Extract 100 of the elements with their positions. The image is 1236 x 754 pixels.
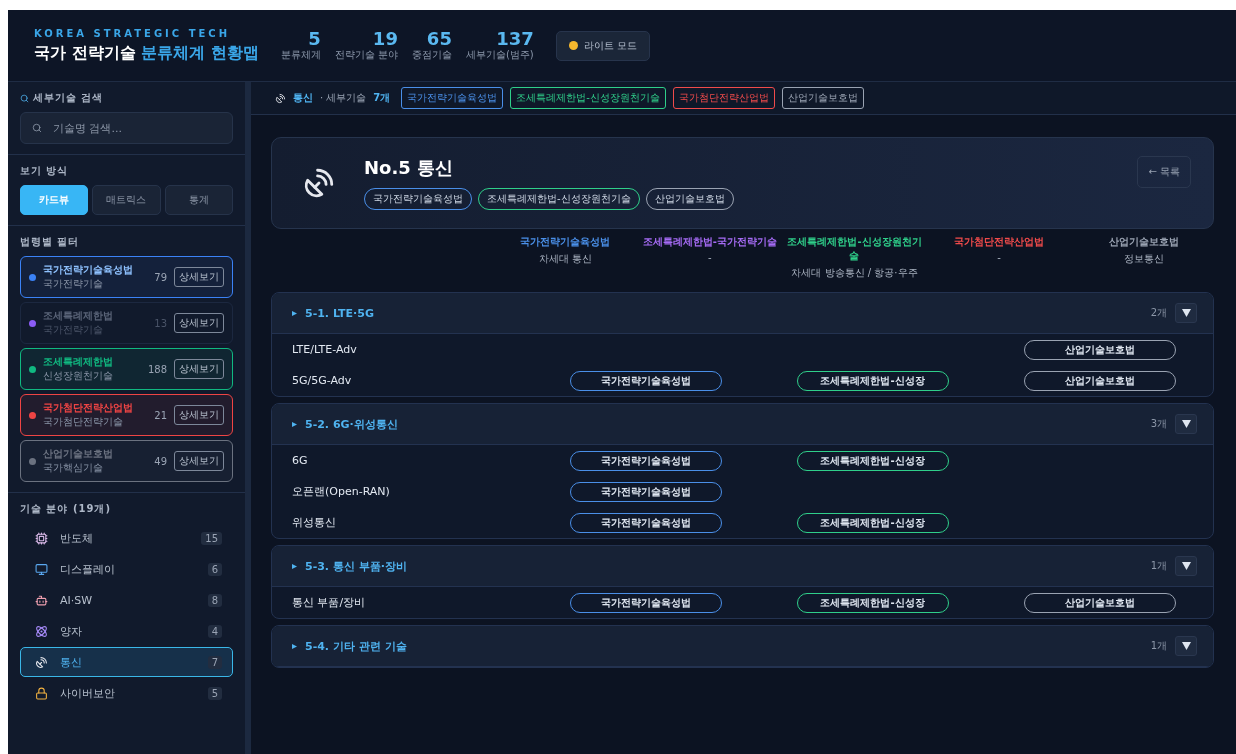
filter-count: 13: [154, 317, 167, 329]
bullet-icon: [292, 421, 297, 427]
category-item[interactable]: AI·SW 8: [20, 585, 233, 615]
detail-button[interactable]: 상세보기: [174, 313, 224, 333]
section-count: 2개: [1150, 306, 1167, 320]
filter-count: 49: [154, 455, 167, 467]
filter-name: 조세특례제한법: [43, 355, 114, 369]
stat-label: 세부기술(범주): [465, 48, 534, 63]
category-item[interactable]: 양자 4: [20, 616, 233, 646]
law-column-value: -: [997, 252, 1001, 263]
chip-icon: [35, 531, 48, 545]
section-title: 5-1. LTE·5G: [305, 306, 375, 320]
search-icon: [32, 123, 42, 133]
law-column-heading: 조세특례제한법-신성장원천기술: [786, 235, 923, 263]
stat-value: 5: [308, 28, 321, 49]
section-title: 5-2. 6G·위성통신: [305, 416, 399, 432]
triangle-down-icon: [1181, 562, 1191, 570]
collapse-button[interactable]: [1175, 556, 1197, 576]
tech-name: 5G/5G-Adv: [292, 374, 353, 387]
filter-count: 188: [147, 363, 167, 375]
law-column-heading: 국가첨단전략산업법: [954, 235, 1045, 249]
section-heading: 세부기술 검색: [20, 91, 233, 105]
back-button[interactable]: ← 목록: [1137, 156, 1191, 188]
filter-subtitle: 신성장원천기술: [43, 369, 114, 383]
category-count: 15: [201, 531, 222, 545]
law-column-value: 정보통신: [1123, 252, 1164, 266]
section-title: 5-3. 통신 부품·장비: [305, 558, 408, 574]
category-item[interactable]: 사이버보안 5: [20, 678, 233, 708]
filter-name: 국가전략기술육성법: [43, 263, 134, 277]
section-count: 1개: [1150, 639, 1167, 653]
filter-subtitle: 국가전략기술: [43, 323, 104, 337]
triangle-down-icon: [1181, 642, 1191, 650]
stat-label: 분류체계: [280, 48, 321, 63]
law-tag: 조세특례제한법-신성장원천기술: [510, 87, 666, 109]
search-field[interactable]: 기술명 검색...: [20, 112, 233, 144]
bullet-icon: [292, 563, 297, 569]
triangle-down-icon: [1181, 420, 1191, 428]
law-column-value: 차세대 방송통신 / 항공·우주: [791, 266, 918, 280]
stat-value: 19: [372, 28, 398, 49]
filter-subtitle: 국가핵심기술: [43, 461, 104, 475]
monitor-icon: [35, 562, 48, 576]
detail-button[interactable]: 상세보기: [174, 451, 224, 471]
view-tab[interactable]: 통계: [164, 185, 233, 215]
detail-button[interactable]: 상세보기: [174, 359, 224, 379]
tech-name: 위성통신: [292, 515, 337, 530]
triangle-down-icon: [1181, 309, 1191, 317]
collapse-button[interactable]: [1175, 414, 1197, 434]
category-item[interactable]: 반도체 15: [20, 523, 233, 553]
stat-value: 65: [426, 28, 452, 49]
robot-icon: [35, 593, 48, 607]
atom-icon: [35, 624, 48, 638]
law-filter[interactable]: 국가첨단전략산업법 국가첨단전략기술 21 상세보기: [20, 394, 233, 436]
section-count: 1개: [1150, 559, 1167, 573]
search-icon: [20, 93, 29, 103]
lock-icon: [35, 686, 48, 700]
stat-label: 중점기술: [411, 48, 452, 63]
tech-name: 6G: [292, 454, 309, 467]
law-filter[interactable]: 조세특례제한법 국가전략기술 13 상세보기: [20, 302, 233, 344]
stat-value: 137: [496, 28, 534, 49]
section-heading: 보기 방식: [20, 164, 70, 178]
bullet-icon: [292, 310, 297, 316]
brand-eyebrow: KOREA STRATEGIC TECH: [34, 27, 231, 39]
detail-button[interactable]: 상세보기: [174, 405, 224, 425]
law-tag: 산업기술보호법: [781, 87, 864, 109]
law-filter[interactable]: 산업기술보호법 국가핵심기술 49 상세보기: [20, 440, 233, 482]
tech-name: LTE/LTE-Adv: [292, 343, 358, 356]
law-column-value: 차세대 통신: [538, 252, 592, 266]
collapse-button[interactable]: [1175, 636, 1197, 656]
law-filter[interactable]: 조세특례제한법 신성장원천기술 188 상세보기: [20, 348, 233, 390]
filter-name: 산업기술보호법: [43, 447, 114, 461]
view-tab[interactable]: 매트릭스: [92, 185, 161, 215]
satellite-dish-icon: [35, 655, 48, 669]
breadcrumb-topic: 통신: [293, 91, 313, 105]
collapse-button[interactable]: [1175, 303, 1197, 323]
filter-name: 조세특례제한법: [43, 309, 114, 323]
section-heading: 기술 분야 (19개): [20, 502, 113, 516]
category-item[interactable]: 디스플레이 6: [20, 554, 233, 584]
category-count: 7: [207, 655, 222, 669]
light-mode-button[interactable]: 라이트 모드: [555, 30, 650, 61]
section-count: 3개: [1150, 417, 1167, 431]
detail-button[interactable]: 상세보기: [174, 267, 224, 287]
filter-count: 21: [154, 409, 167, 421]
tech-name: 오픈랜(Open-RAN): [292, 484, 391, 499]
law-column-heading: 조세특례제한법-국가전략기술: [642, 235, 777, 249]
law-column-value: -: [708, 252, 712, 263]
category-count: 5: [207, 686, 222, 700]
section-title: 5-4. 기타 관련 기술: [305, 638, 408, 654]
category-count: 4: [207, 624, 222, 638]
category-count: 8: [207, 593, 222, 607]
law-column-heading: 산업기술보호법: [1108, 235, 1179, 249]
breadcrumb-count: 7개: [373, 91, 391, 105]
filter-name: 국가첨단전략산업법: [43, 401, 134, 415]
tech-name: 통신 부품/장비: [292, 595, 367, 610]
satellite-dish-icon: [302, 166, 336, 200]
law-filter[interactable]: 국가전략기술육성법 국가전략기술 79 상세보기: [20, 256, 233, 298]
filter-count: 79: [154, 271, 167, 283]
filter-subtitle: 국가전략기술: [43, 277, 104, 291]
category-item[interactable]: 통신 7: [20, 647, 233, 677]
app-title: 국가 전략기술 분류체계 현황맵: [34, 42, 259, 64]
sun-icon: [568, 41, 578, 50]
